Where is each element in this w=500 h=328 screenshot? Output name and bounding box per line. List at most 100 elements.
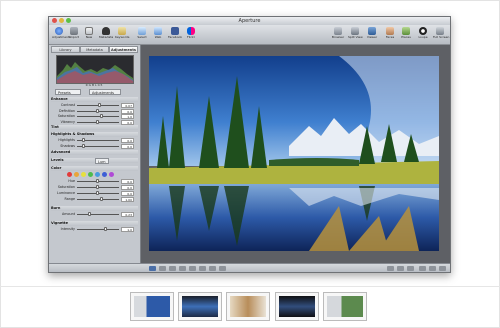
adjustment-slider[interactable]: [77, 179, 119, 183]
adjustment-row-shadows: Shadows 0.0: [53, 143, 136, 149]
slider-knob[interactable]: [96, 119, 99, 124]
adjustment-value-field[interactable]: 0.0: [121, 185, 134, 190]
viewer-mode-button[interactable]: [387, 266, 394, 271]
thumbnail-4[interactable]: [275, 292, 319, 321]
adjustment-slider[interactable]: [77, 185, 119, 189]
crop-tool-button[interactable]: [179, 266, 186, 271]
toolbar-button-flickr[interactable]: Flickr: [184, 26, 198, 43]
adjustment-slider[interactable]: [77, 197, 119, 201]
adjustment-value-field[interactable]: 0.0: [121, 108, 134, 114]
rating-button[interactable]: [407, 266, 414, 271]
thumbnail-2[interactable]: [178, 292, 222, 321]
toolbar-button-web[interactable]: Web: [151, 26, 165, 43]
toolbar-button-metadata[interactable]: Metadata: [99, 26, 113, 43]
zoom-in-button[interactable]: [429, 266, 436, 271]
tab-adjustments[interactable]: Adjustments: [109, 46, 138, 53]
toolbar-button-browser[interactable]: Browser: [331, 26, 345, 43]
section-highlights-shadows[interactable]: Highlights & Shadows: [51, 132, 138, 137]
section-advanced[interactable]: Advanced: [51, 150, 138, 155]
adjustment-slider[interactable]: [77, 227, 119, 231]
adjustment-slider[interactable]: [77, 103, 119, 107]
section-tint[interactable]: Tint: [51, 125, 138, 130]
toolbar-button-facebook[interactable]: Facebook: [168, 26, 182, 43]
zoom-out-button[interactable]: [419, 266, 426, 271]
flip-tool-button[interactable]: [189, 266, 196, 271]
color-swatch[interactable]: [88, 172, 93, 177]
toolbar-button-viewer[interactable]: Viewer: [365, 26, 379, 43]
toolbar-button-inspector[interactable]: Adjustments: [52, 26, 71, 43]
slider-knob[interactable]: [96, 191, 99, 195]
slider-knob[interactable]: [82, 138, 85, 142]
slider-knob[interactable]: [88, 212, 91, 216]
adjustment-value-field[interactable]: 0.0: [121, 119, 134, 125]
main-photo[interactable]: [149, 56, 439, 251]
toolbar-button-split-view[interactable]: Split View: [348, 26, 363, 43]
retouch-tool-button[interactable]: [209, 266, 216, 271]
adjustment-label: Range: [64, 197, 75, 201]
adjustment-slider[interactable]: [77, 191, 119, 195]
viewer-icon: [368, 27, 376, 35]
tab-library[interactable]: Library: [51, 46, 80, 53]
filmstrip-button[interactable]: [397, 266, 404, 271]
lift-stamp-tool-button[interactable]: [219, 266, 226, 271]
section-color[interactable]: Color: [51, 166, 138, 171]
adjustment-slider[interactable]: [77, 119, 119, 124]
adjustment-value-field[interactable]: 0.0: [121, 191, 134, 196]
slider-knob[interactable]: [96, 185, 99, 189]
adjustment-value-field[interactable]: 1.00: [121, 197, 134, 202]
color-swatch[interactable]: [102, 172, 107, 177]
slider-knob[interactable]: [100, 114, 103, 118]
tab-metadata[interactable]: Metadata: [80, 46, 109, 53]
adjustment-row-definition: Definition 0.0: [53, 108, 136, 114]
red-eye-tool-button[interactable]: [199, 266, 206, 271]
pointer-tool-button[interactable]: [149, 266, 156, 271]
adjustment-slider[interactable]: [77, 212, 119, 216]
toolbar-button-new[interactable]: New: [82, 26, 96, 43]
toolbar-button-loupe[interactable]: Loupe: [416, 26, 430, 43]
adjustment-slider[interactable]: [77, 143, 119, 148]
adjustment-slider[interactable]: [77, 138, 119, 142]
adjustment-value-field[interactable]: 0.0: [121, 138, 134, 143]
color-swatch[interactable]: [74, 172, 79, 177]
adjustment-value-field[interactable]: 0.0: [121, 179, 134, 184]
adjustment-label: Intensity: [60, 227, 75, 231]
slider-knob[interactable]: [100, 197, 103, 201]
color-swatch[interactable]: [95, 172, 100, 177]
slider-knob[interactable]: [82, 143, 85, 148]
adjustment-slider[interactable]: [77, 108, 119, 113]
toolbar-button-import[interactable]: Import: [67, 26, 81, 43]
toolbar-button-faces[interactable]: Faces: [383, 26, 397, 43]
presets-dropdown[interactable]: Presets: [55, 89, 81, 95]
color-swatch[interactable]: [81, 172, 86, 177]
adjustment-value-field[interactable]: 1.0: [121, 114, 134, 119]
toolbar-button-full-screen[interactable]: Full Screen: [433, 26, 449, 43]
color-swatch[interactable]: [67, 172, 72, 177]
slider-knob[interactable]: [96, 179, 99, 183]
hud-toggle-button[interactable]: [439, 266, 446, 271]
color-swatch[interactable]: [109, 172, 114, 177]
adjustment-value-field[interactable]: 1.0: [121, 227, 134, 232]
add-adjustment-dropdown[interactable]: Adjustments: [89, 89, 121, 95]
adjustment-value-field[interactable]: 0.0: [121, 143, 134, 149]
section-burn[interactable]: Burn: [51, 206, 138, 211]
section-enhance[interactable]: Enhance: [51, 97, 138, 102]
histogram-info: R G B L 0.5: [85, 83, 103, 87]
adjustment-slider[interactable]: [77, 114, 119, 118]
straighten-tool-button[interactable]: [169, 266, 176, 271]
slider-knob[interactable]: [98, 103, 101, 107]
adjustment-value-field[interactable]: 0.23: [121, 212, 134, 217]
levels-channel-select[interactable]: Lum: [95, 158, 109, 164]
section-vignette[interactable]: Vignette: [51, 221, 138, 226]
toolbar-button-places[interactable]: Places: [399, 26, 413, 43]
thumbnail-3[interactable]: [226, 292, 270, 321]
thumbnail-1[interactable]: [130, 292, 174, 321]
slider-knob[interactable]: [96, 108, 99, 113]
adjustment-value-field[interactable]: 0.07: [121, 103, 134, 108]
toolbar-button-keywords[interactable]: Keywords: [115, 26, 129, 43]
places-map-icon: [402, 27, 410, 35]
section-color-label: Color: [51, 166, 62, 170]
thumbnail-5[interactable]: [323, 292, 367, 321]
toolbar-button-select[interactable]: Select: [135, 26, 149, 43]
rotate-tool-button[interactable]: [159, 266, 166, 271]
slider-knob[interactable]: [104, 227, 107, 231]
